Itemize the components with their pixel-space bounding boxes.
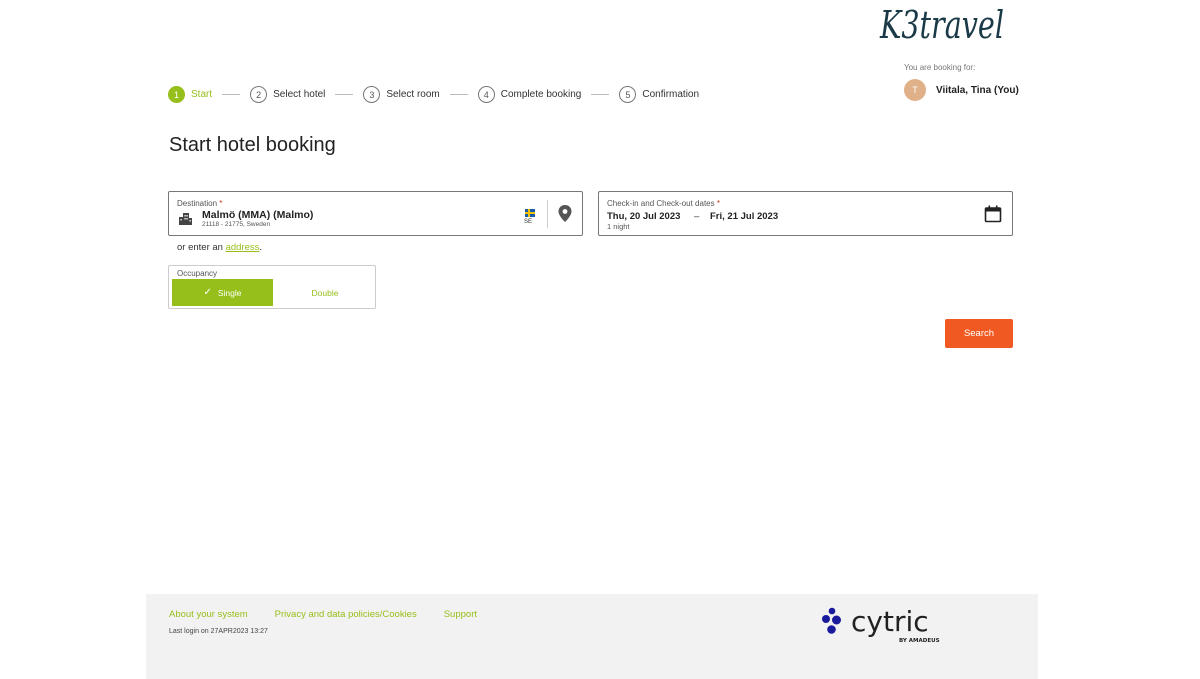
avatar: T (904, 79, 926, 101)
footer-link-about-system[interactable]: About your system (169, 609, 248, 620)
step-number: 1 (168, 86, 185, 103)
destination-value: Malmö (MMA) (Malmo) (202, 209, 314, 221)
traveler-selector[interactable]: T Viitala, Tina (You) (904, 79, 1019, 101)
dates-field[interactable]: Check-in and Check-out dates * Thu, 20 J… (598, 191, 1013, 236)
step-select-hotel: 2 Select hotel (250, 86, 325, 103)
step-start[interactable]: 1 Start (168, 86, 212, 103)
occupancy-selector: Occupancy ✓ Single Double (168, 265, 376, 309)
footer-link-privacy[interactable]: Privacy and data policies/Cookies (275, 609, 417, 620)
booking-stepper: 1 Start 2 Select hotel 3 Select room 4 C… (168, 86, 699, 103)
occupancy-single-label: Single (217, 287, 242, 298)
step-select-room: 3 Select room (363, 86, 440, 103)
step-connector (591, 94, 610, 95)
building-icon (179, 213, 192, 225)
search-button[interactable]: Search (945, 319, 1013, 348)
required-mark: * (219, 199, 223, 208)
checkmark-icon: ✓ (203, 287, 212, 298)
step-connector (449, 94, 468, 95)
page-title: Start hotel booking (169, 134, 336, 156)
dates-label-text: Check-in and Check-out dates (607, 199, 715, 208)
occupancy-double-label: Double (311, 287, 339, 298)
occupancy-double-option[interactable]: Double (277, 279, 373, 306)
footer-link-support[interactable]: Support (444, 609, 477, 620)
destination-label-text: Destination (177, 199, 218, 208)
last-login-text: Last login on 27APR2023 13:27 (169, 628, 268, 635)
required-mark: * (716, 199, 720, 208)
logo-dot (832, 615, 841, 625)
check-in-date: Thu, 20 Jul 2023 (607, 211, 681, 222)
map-pin-icon[interactable] (558, 205, 572, 222)
footer-links: About your system Privacy and data polic… (169, 609, 504, 620)
booking-for-label: You are booking for: (904, 63, 976, 72)
logo-dot (827, 625, 836, 634)
destination-subtext: 21118 - 21775, Sweden (202, 221, 271, 228)
destination-field[interactable]: Destination * Malmö (MMA) (Malmo) 21118 … (168, 191, 583, 236)
step-number: 2 (250, 86, 268, 103)
logo-dot (828, 607, 836, 615)
step-label: Start (191, 89, 213, 100)
dates-label: Check-in and Check-out dates * (607, 199, 720, 208)
alt-address-prefix: or enter an (177, 242, 223, 253)
step-label: Select hotel (273, 89, 326, 100)
check-out-date: Fri, 21 Jul 2023 (710, 211, 779, 222)
step-connector (335, 94, 354, 95)
logo-text: K3travel (879, 3, 1004, 47)
logo-dot (822, 615, 830, 623)
traveler-name: Viitala, Tina (You) (936, 84, 1019, 96)
step-number: 5 (619, 86, 637, 103)
k3travel-logo: K3travel (878, 0, 1008, 52)
cytric-wordmark: cytric (851, 605, 929, 638)
step-number: 4 (477, 86, 495, 103)
footer: About your system Privacy and data polic… (146, 594, 1038, 679)
date-separator: – (694, 211, 700, 222)
destination-label: Destination * (177, 199, 222, 208)
step-connector (222, 94, 241, 95)
sweden-flag-icon (525, 209, 535, 217)
step-confirmation: 5 Confirmation (619, 86, 699, 103)
step-label: Confirmation (642, 89, 700, 100)
step-complete-booking: 4 Complete booking (477, 86, 582, 103)
alternate-address-prompt: or enter an address. (177, 242, 262, 253)
occupancy-label: Occupancy (177, 269, 218, 278)
nights-count: 1 night (607, 222, 630, 231)
step-number: 3 (363, 86, 381, 103)
booking-for-panel: You are booking for: T Viitala, Tina (Yo… (904, 63, 1019, 101)
step-label: Select room (386, 89, 440, 100)
alt-address-suffix: . (259, 242, 263, 253)
step-label: Complete booking (500, 89, 582, 100)
country-code: SE (524, 219, 533, 225)
field-divider (547, 200, 548, 228)
calendar-icon[interactable] (984, 205, 1002, 223)
occupancy-single-option[interactable]: ✓ Single (172, 279, 273, 306)
address-link[interactable]: address (226, 242, 260, 253)
k3travel-logo-graphic: K3travel (879, 3, 1004, 47)
cytric-logo: cytric BY AMADEUS (822, 605, 940, 644)
cytric-tagline: BY AMADEUS (899, 638, 940, 644)
